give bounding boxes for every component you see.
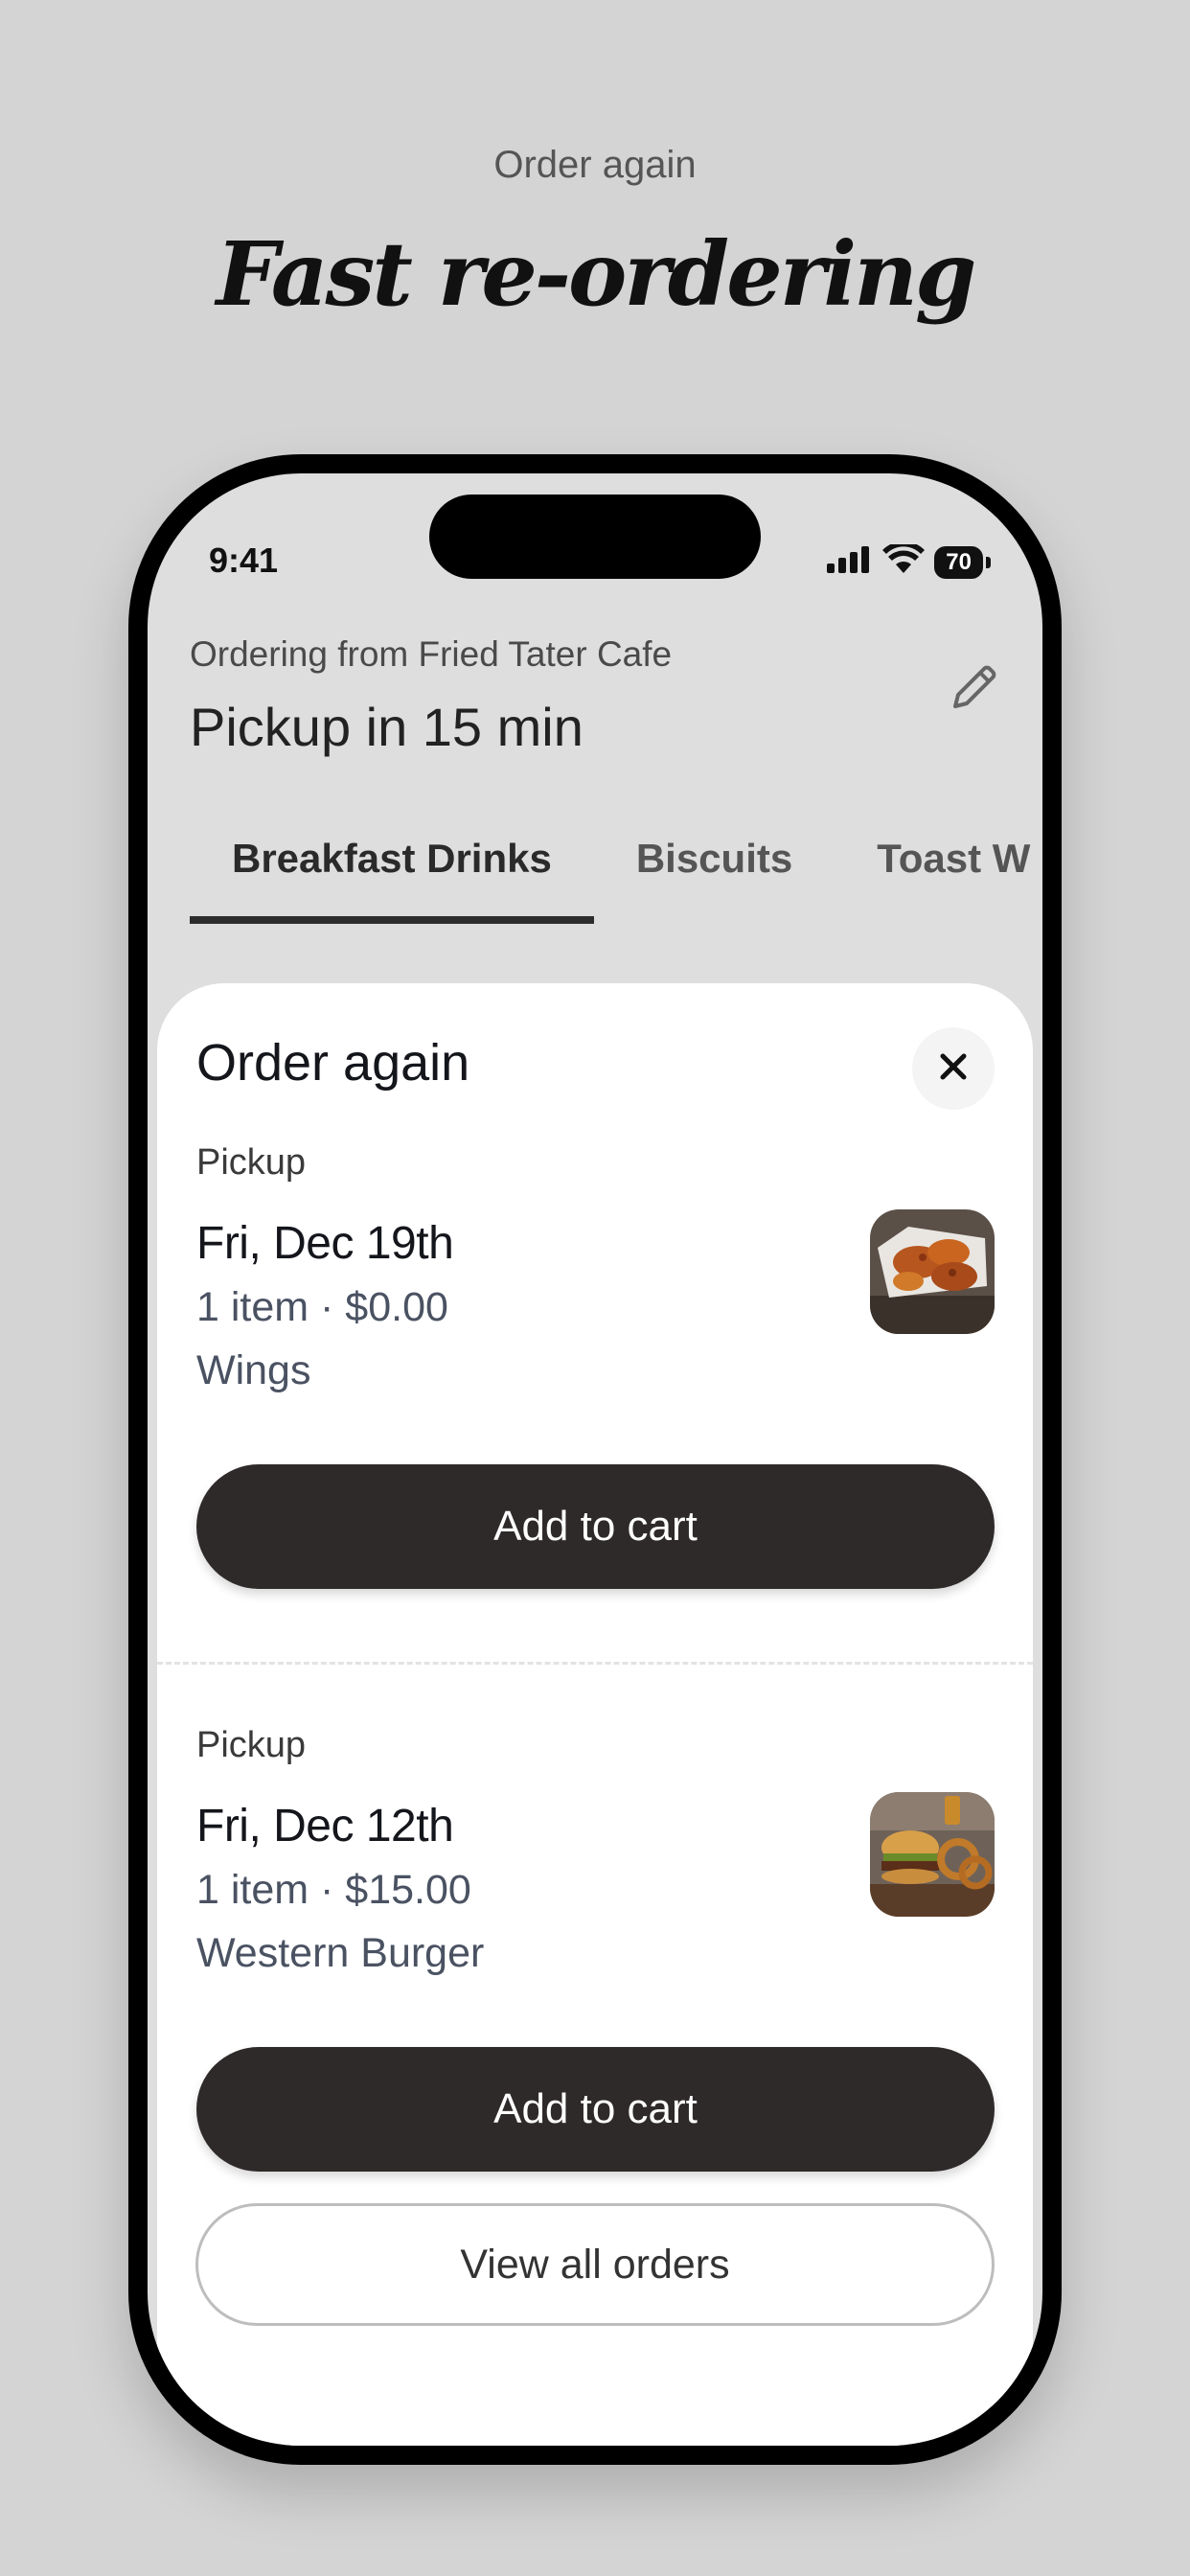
sheet-title: Order again	[196, 1034, 470, 1092]
pencil-icon	[946, 658, 1003, 721]
battery-icon: 70	[934, 545, 991, 579]
order-summary: 1 item · $15.00	[196, 1867, 471, 1913]
category-tabs: Breakfast Drinks Biscuits Toast W	[190, 826, 1042, 933]
dynamic-island	[429, 494, 761, 579]
promo-title: Fast re-ordering	[216, 222, 977, 326]
add-to-cart-button[interactable]: Add to cart	[196, 2047, 995, 2172]
order-date: Fri, Dec 19th	[196, 1218, 454, 1269]
order-type: Pickup	[196, 1142, 307, 1183]
promo-eyebrow: Order again	[493, 144, 697, 186]
tab-breakfast-drinks[interactable]: Breakfast Drinks	[190, 826, 594, 924]
signal-icon	[825, 544, 873, 580]
edit-order-button[interactable]	[941, 656, 1008, 723]
close-button[interactable]	[912, 1027, 995, 1110]
status-time: 9:41	[209, 540, 279, 580]
order-items: Wings	[196, 1347, 311, 1393]
tab-biscuits[interactable]: Biscuits	[594, 826, 835, 924]
add-to-cart-button[interactable]: Add to cart	[196, 1464, 995, 1589]
phone-screen: 9:41 70 Ordering from Fried Tater Cafe P…	[148, 473, 1042, 2446]
past-order: Pickup Fri, Dec 19th 1 item · $0.00 Wing…	[196, 1142, 995, 1589]
order-type: Pickup	[196, 1725, 307, 1765]
order-divider	[157, 1662, 1033, 1665]
pickup-eta[interactable]: Pickup in 15 min	[190, 696, 584, 758]
view-all-orders-button[interactable]: View all orders	[195, 2203, 995, 2326]
order-items: Western Burger	[196, 1930, 485, 1976]
wifi-icon	[882, 540, 926, 580]
close-icon	[937, 1050, 970, 1088]
order-date: Fri, Dec 12th	[196, 1801, 454, 1852]
burger-photo	[870, 1792, 995, 1917]
ordering-from-label: Ordering from Fried Tater Cafe	[190, 634, 673, 674]
tab-toast[interactable]: Toast W	[835, 826, 1042, 924]
status-bar: 9:41 70	[148, 473, 1042, 598]
past-order: Pickup Fri, Dec 12th 1 item · $15.00 Wes…	[196, 1725, 995, 2172]
wings-photo	[870, 1209, 995, 1334]
order-again-sheet: Order again Pickup Fri, Dec 19th 1 item …	[157, 983, 1033, 2446]
status-icons: 70	[825, 540, 991, 580]
phone-frame: 9:41 70 Ordering from Fried Tater Cafe P…	[128, 454, 1062, 2465]
order-summary: 1 item · $0.00	[196, 1284, 448, 1330]
